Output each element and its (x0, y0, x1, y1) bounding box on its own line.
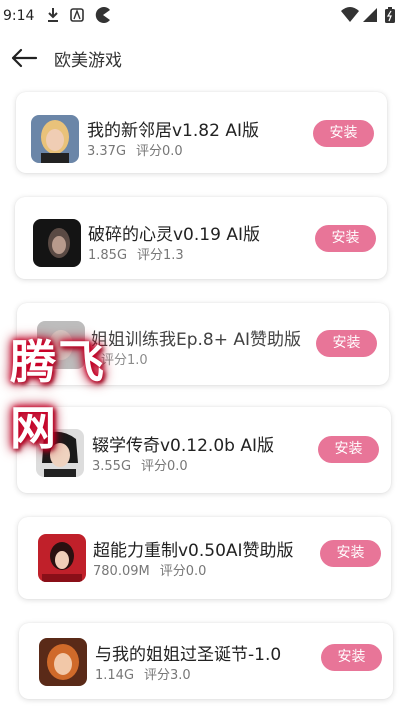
game-size: 1.14G (95, 668, 135, 683)
battery-icon (385, 7, 395, 23)
game-title: 超能力重制v0.50AI赞助版 (93, 541, 294, 561)
game-meta: 1.85G 评分1.3 (88, 244, 184, 263)
game-meta: 3.55G 评分0.0 (92, 455, 188, 474)
signal-icon (363, 8, 377, 22)
game-rating: 评分3.0 (144, 668, 191, 683)
game-card[interactable]: 与我的姐姐过圣诞节-1.0 1.14G 评分3.0 安装 (19, 623, 393, 699)
app-notification-icon (70, 8, 84, 22)
status-time: 9:14 (3, 8, 35, 24)
game-thumbnail (33, 219, 81, 267)
status-bar: 9:14 (0, 0, 406, 32)
pacman-icon (95, 7, 110, 23)
download-icon (48, 8, 58, 22)
game-meta: 1.14G 评分3.0 (95, 664, 191, 683)
game-thumbnail (38, 534, 86, 582)
game-card[interactable]: 超能力重制v0.50AI赞助版 780.09M 评分0.0 安装 (18, 517, 391, 599)
game-size: 3.55G (92, 459, 132, 474)
wifi-icon (341, 7, 359, 22)
install-button[interactable]: 安装 (318, 436, 379, 463)
install-button[interactable]: 安装 (315, 225, 376, 252)
game-title: 与我的姐姐过圣诞节-1.0 (95, 645, 282, 665)
arrow-left-icon[interactable] (10, 46, 38, 70)
game-size: 3.37G (87, 144, 127, 159)
game-card[interactable]: 辍学传奇v0.12.0b AI版 3.55G 评分0.0 安装 (17, 407, 391, 493)
game-thumbnail (31, 115, 79, 163)
game-title: 破碎的心灵v0.19 AI版 (88, 225, 260, 245)
game-rating: 评分1.3 (137, 248, 184, 263)
game-thumbnail (39, 638, 87, 686)
install-button[interactable]: 安装 (320, 540, 381, 567)
game-title: 辍学传奇v0.12.0b AI版 (92, 436, 274, 456)
app-header: 欧美游戏 (0, 38, 406, 78)
game-meta: 780.09M 评分0.0 (93, 560, 206, 579)
game-rating: 评分0.0 (141, 459, 188, 474)
game-size: 780.09M (93, 564, 150, 579)
game-rating: 评分0.0 (159, 564, 207, 579)
game-rating: 评分0.0 (136, 144, 183, 159)
game-meta: 3.37G 评分0.0 (87, 140, 183, 159)
install-button[interactable]: 安装 (316, 330, 377, 357)
game-card[interactable]: 我的新邻居v1.82 AI版 3.37G 评分0.0 安装 (16, 92, 387, 173)
page-title: 欧美游戏 (54, 51, 122, 71)
game-title: 我的新邻居v1.82 AI版 (87, 121, 259, 141)
install-button[interactable]: 安装 (313, 120, 374, 147)
game-size: 1.85G (88, 248, 128, 263)
game-card[interactable]: 破碎的心灵v0.19 AI版 1.85G 评分1.3 安装 (15, 197, 387, 279)
install-button[interactable]: 安装 (321, 644, 382, 671)
watermark-logo: 腾飞网 (10, 335, 106, 455)
